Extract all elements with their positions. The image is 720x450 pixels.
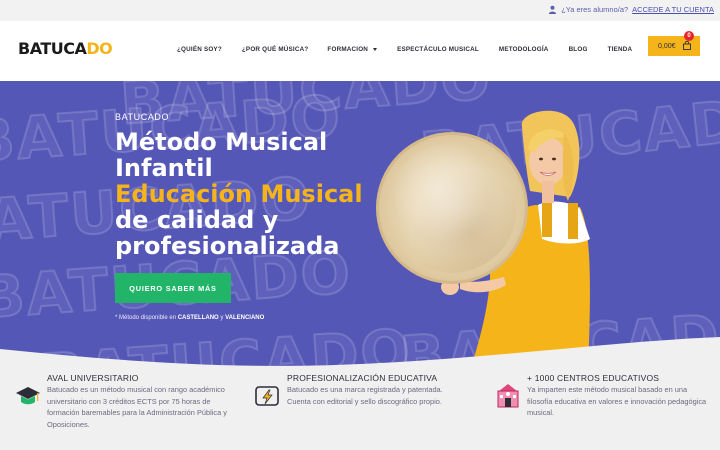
nav-label: FORMACION [327,46,369,53]
user-icon [549,5,557,14]
hero-title-line: Infantil [115,154,213,182]
language-note: * Método disponible en CASTELLANO y VALE… [115,315,264,321]
logo-text-main: BATUCA [18,39,87,58]
logo-text-accent: DO [86,39,113,58]
nav-label: ¿QUIÉN SOY? [177,46,222,53]
graduation-cap-icon [16,387,40,405]
nav-espectaculo-musical[interactable]: ESPECTÁCULO MUSICAL [397,46,479,53]
shopping-bag-icon [683,41,691,50]
nav-label: TIENDA [607,46,633,53]
certificate-icon [255,386,279,406]
cart-button[interactable]: 0,00€ 0 [648,31,700,56]
feature-title: PROFESIONALIZACIÓN EDUCATIVA [287,373,438,383]
note-text: * Método disponible en [115,315,178,321]
note-language: VALENCIANO [225,315,265,321]
features-strip: AVAL UNIVERSITARIO Batucado es un método… [0,371,720,450]
hero-title: Método Musical Infantil Educación Musica… [115,129,415,259]
site-logo[interactable]: BATUCA DO [18,39,113,58]
hero-kicker: BATUCADO [115,112,170,122]
login-link[interactable]: ACCEDE A TU CUENTA [632,5,714,14]
account-question: ¿Ya eres alumno/a? [561,5,629,14]
account-prompt: ¿Ya eres alumno/a? ACCEDE A TU CUENTA [548,5,714,14]
cart-total: 0,00€ [658,42,676,50]
feature-title: AVAL UNIVERSITARIO [47,373,139,383]
feature-description: Batucado es una marca registrada y paten… [287,385,443,406]
feature-description: Batucado es un método musical con rango … [47,385,227,429]
learn-more-button[interactable]: QUIERO SABER MÁS [115,273,231,303]
nav-label: ¿POR QUÉ MÚSICA? [241,46,309,53]
nav-blog[interactable]: BLOG [569,46,588,53]
nav-formacion[interactable]: FORMACION [327,46,378,53]
hero-banner: BATUCADO BATUCADO BATUCADO BATUCADO BATU… [0,81,720,371]
nav-metodologia[interactable]: METODOLOGÍA [499,46,549,53]
nav-label: METODOLOGÍA [498,46,549,53]
nav-quien-soy[interactable]: ¿QUIÉN SOY? [177,46,222,53]
feature-description: Ya imparten este método musical basado e… [527,385,707,417]
main-nav: ¿QUIÉN SOY? ¿POR QUÉ MÚSICA? FORMACION E… [170,46,632,53]
nav-label: ESPECTÁCULO MUSICAL [397,46,479,53]
hero-title-line: de calidad y [115,206,279,234]
school-building-icon [497,384,519,408]
hero-wave-divider [0,337,720,371]
nav-por-que-musica[interactable]: ¿POR QUÉ MÚSICA? [242,46,309,53]
note-language: CASTELLANO [177,315,219,321]
nav-label: BLOG [568,46,588,53]
cart-count-badge: 0 [684,31,694,41]
site-header: BATUCA DO ¿QUIÉN SOY? ¿POR QUÉ MÚSICA? F… [0,21,720,81]
nav-tienda[interactable]: TIENDA [608,46,633,53]
chevron-down-icon [373,48,378,51]
feature-title: + 1000 CENTROS EDUCATIVOS [527,373,660,383]
hero-title-highlight: Educación Musical [115,180,363,208]
hero-title-line: profesionalizada [115,232,340,260]
hero-title-line: Método Musical [115,128,328,156]
top-bar: ¿Ya eres alumno/a? ACCEDE A TU CUENTA [0,0,720,21]
